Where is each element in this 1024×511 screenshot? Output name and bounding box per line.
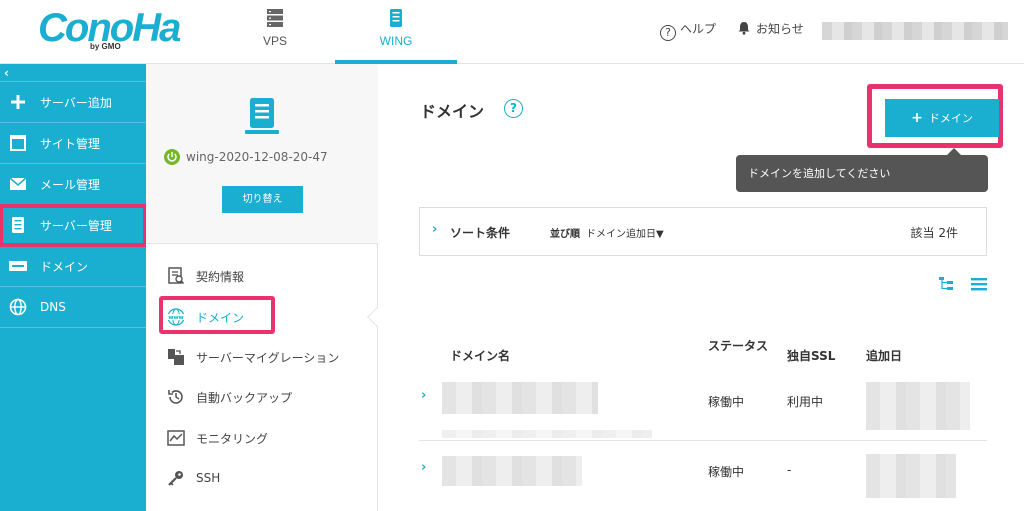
help-icon: ?: [660, 25, 676, 41]
page-title: ドメイン: [420, 102, 485, 121]
logo-sub: by GMO: [90, 42, 121, 51]
sort-order[interactable]: 並び順 ドメイン追加日▼: [550, 225, 664, 240]
switch-server-button[interactable]: 切り替え: [222, 186, 303, 213]
menu-item-ssh[interactable]: SSH: [166, 464, 220, 492]
result-count: 該当 2件: [910, 226, 958, 240]
monitoring-icon: [166, 428, 186, 448]
sidebar-item-add-server[interactable]: サーバー追加: [0, 82, 146, 123]
server-rack-icon: [267, 9, 283, 27]
sort-order-label: 並び順: [550, 229, 580, 240]
notice-link[interactable]: お知らせ: [737, 20, 804, 37]
notice-label: お知らせ: [756, 22, 804, 36]
add-domain-tooltip: ドメインを追加してください: [736, 155, 988, 192]
column-header-ssl[interactable]: 独自SSL: [787, 347, 835, 364]
sidebar-item-label: サイト管理: [40, 136, 101, 151]
tree-view-icon[interactable]: [938, 276, 956, 292]
tab-vps-label: VPS: [262, 34, 287, 48]
wing-server-icon: [390, 9, 402, 27]
tab-wing[interactable]: WING: [335, 0, 457, 64]
server-name: wing-2020-12-08-20-47: [164, 149, 328, 165]
migration-icon: [166, 347, 186, 367]
added-date-blurred: [866, 382, 970, 430]
blur-artifact: [442, 430, 652, 438]
row-expand-icon[interactable]: ›: [421, 460, 426, 475]
account-name-blurred[interactable]: [822, 22, 1008, 40]
row-expand-icon[interactable]: ›: [421, 388, 426, 403]
server-icon-large: [245, 98, 279, 134]
collapse-sidebar-button[interactable]: ‹: [0, 64, 146, 82]
sort-order-value: ドメイン追加日▼: [586, 229, 664, 240]
power-on-icon: [164, 149, 180, 165]
list-view-icon[interactable]: [970, 276, 988, 292]
sidebar-item-mail-management[interactable]: メール管理: [0, 164, 146, 205]
plus-icon: +: [911, 110, 923, 126]
globe-icon: [8, 298, 28, 316]
status-cell: 稼働中: [708, 395, 745, 409]
help-label: ヘルプ: [680, 22, 717, 36]
view-toggle: [938, 276, 990, 292]
server-sub-panel: wing-2020-12-08-20-47 切り替え 契約情報 www ドメイン…: [146, 64, 378, 511]
sidebar-item-domain[interactable]: ドメイン: [0, 246, 146, 287]
menu-item-server-migration[interactable]: サーバーマイグレーション: [166, 343, 339, 371]
sidebar-item-dns[interactable]: DNS: [0, 287, 146, 328]
column-header-added-date[interactable]: 追加日: [866, 347, 902, 364]
menu-item-label: 契約情報: [196, 269, 245, 284]
added-date-blurred: [866, 454, 956, 498]
sidebar-item-site-management[interactable]: サイト管理: [0, 123, 146, 164]
add-domain-button[interactable]: + ドメイン: [885, 99, 999, 137]
bell-icon: [738, 22, 750, 35]
menu-item-label: モニタリング: [196, 431, 269, 446]
plus-icon: [8, 93, 28, 111]
tab-vps[interactable]: VPS: [214, 0, 336, 64]
menu-item-label: 自動バックアップ: [196, 390, 293, 405]
top-bar: ConoHa by GMO VPS WING ? ヘルプ お知らせ: [0, 0, 1024, 64]
contract-icon: [166, 266, 186, 286]
domain-name-blurred[interactable]: [442, 456, 582, 486]
server-name-text: wing-2020-12-08-20-47: [186, 150, 328, 164]
menu-item-label: サーバーマイグレーション: [196, 350, 340, 365]
help-link[interactable]: ? ヘルプ: [660, 20, 716, 41]
menu-item-contract-info[interactable]: 契約情報: [166, 262, 244, 290]
menu-item-monitoring[interactable]: モニタリング: [166, 424, 268, 452]
server-summary: wing-2020-12-08-20-47 切り替え: [146, 64, 378, 244]
column-header-status[interactable]: ステータス: [708, 338, 768, 355]
tab-wing-label: WING: [379, 34, 413, 48]
menu-item-label: SSH: [196, 471, 221, 485]
sidebar-item-label: ドメイン: [40, 259, 89, 274]
ssl-cell: 利用中: [787, 395, 824, 409]
window-icon: [8, 134, 28, 152]
ssl-cell: -: [787, 463, 792, 477]
sort-conditions[interactable]: › ソート条件 並び順 ドメイン追加日▼ 該当 2件: [419, 207, 987, 256]
left-sidebar: ‹ サーバー追加 サイト管理 メール管理 サーバー管理 ドメイン DNS: [0, 64, 147, 511]
sidebar-item-server-management[interactable]: サーバー管理: [0, 204, 147, 247]
menu-item-auto-backup[interactable]: 自動バックアップ: [166, 383, 292, 411]
mail-icon: [8, 175, 28, 193]
collapse-icon: ‹: [4, 66, 9, 80]
domain-menu-highlight: [159, 296, 275, 334]
sidebar-item-label: DNS: [40, 300, 66, 314]
server-icon: [8, 216, 28, 234]
chevron-right-icon: ›: [432, 222, 438, 237]
add-domain-label: ドメイン: [928, 112, 973, 125]
status-cell: 稼働中: [708, 465, 745, 479]
sidebar-item-label: サーバー管理: [40, 218, 112, 233]
sort-title: ソート条件: [450, 226, 511, 240]
conoha-logo[interactable]: ConoHa by GMO: [38, 6, 181, 58]
key-icon: [166, 468, 186, 488]
main-content: ドメイン ? + ドメイン ドメインを追加してください › ソート条件 並び順 ドメ…: [378, 64, 1024, 511]
sidebar-item-label: サーバー追加: [40, 95, 112, 110]
row-divider: [419, 440, 987, 441]
domain-icon: [8, 257, 28, 275]
domain-name-blurred[interactable]: [442, 382, 598, 414]
sidebar-item-label: メール管理: [40, 177, 101, 192]
backup-icon: [166, 387, 186, 407]
help-icon[interactable]: ?: [504, 99, 523, 118]
column-header-domain-name[interactable]: ドメイン名: [450, 347, 510, 364]
